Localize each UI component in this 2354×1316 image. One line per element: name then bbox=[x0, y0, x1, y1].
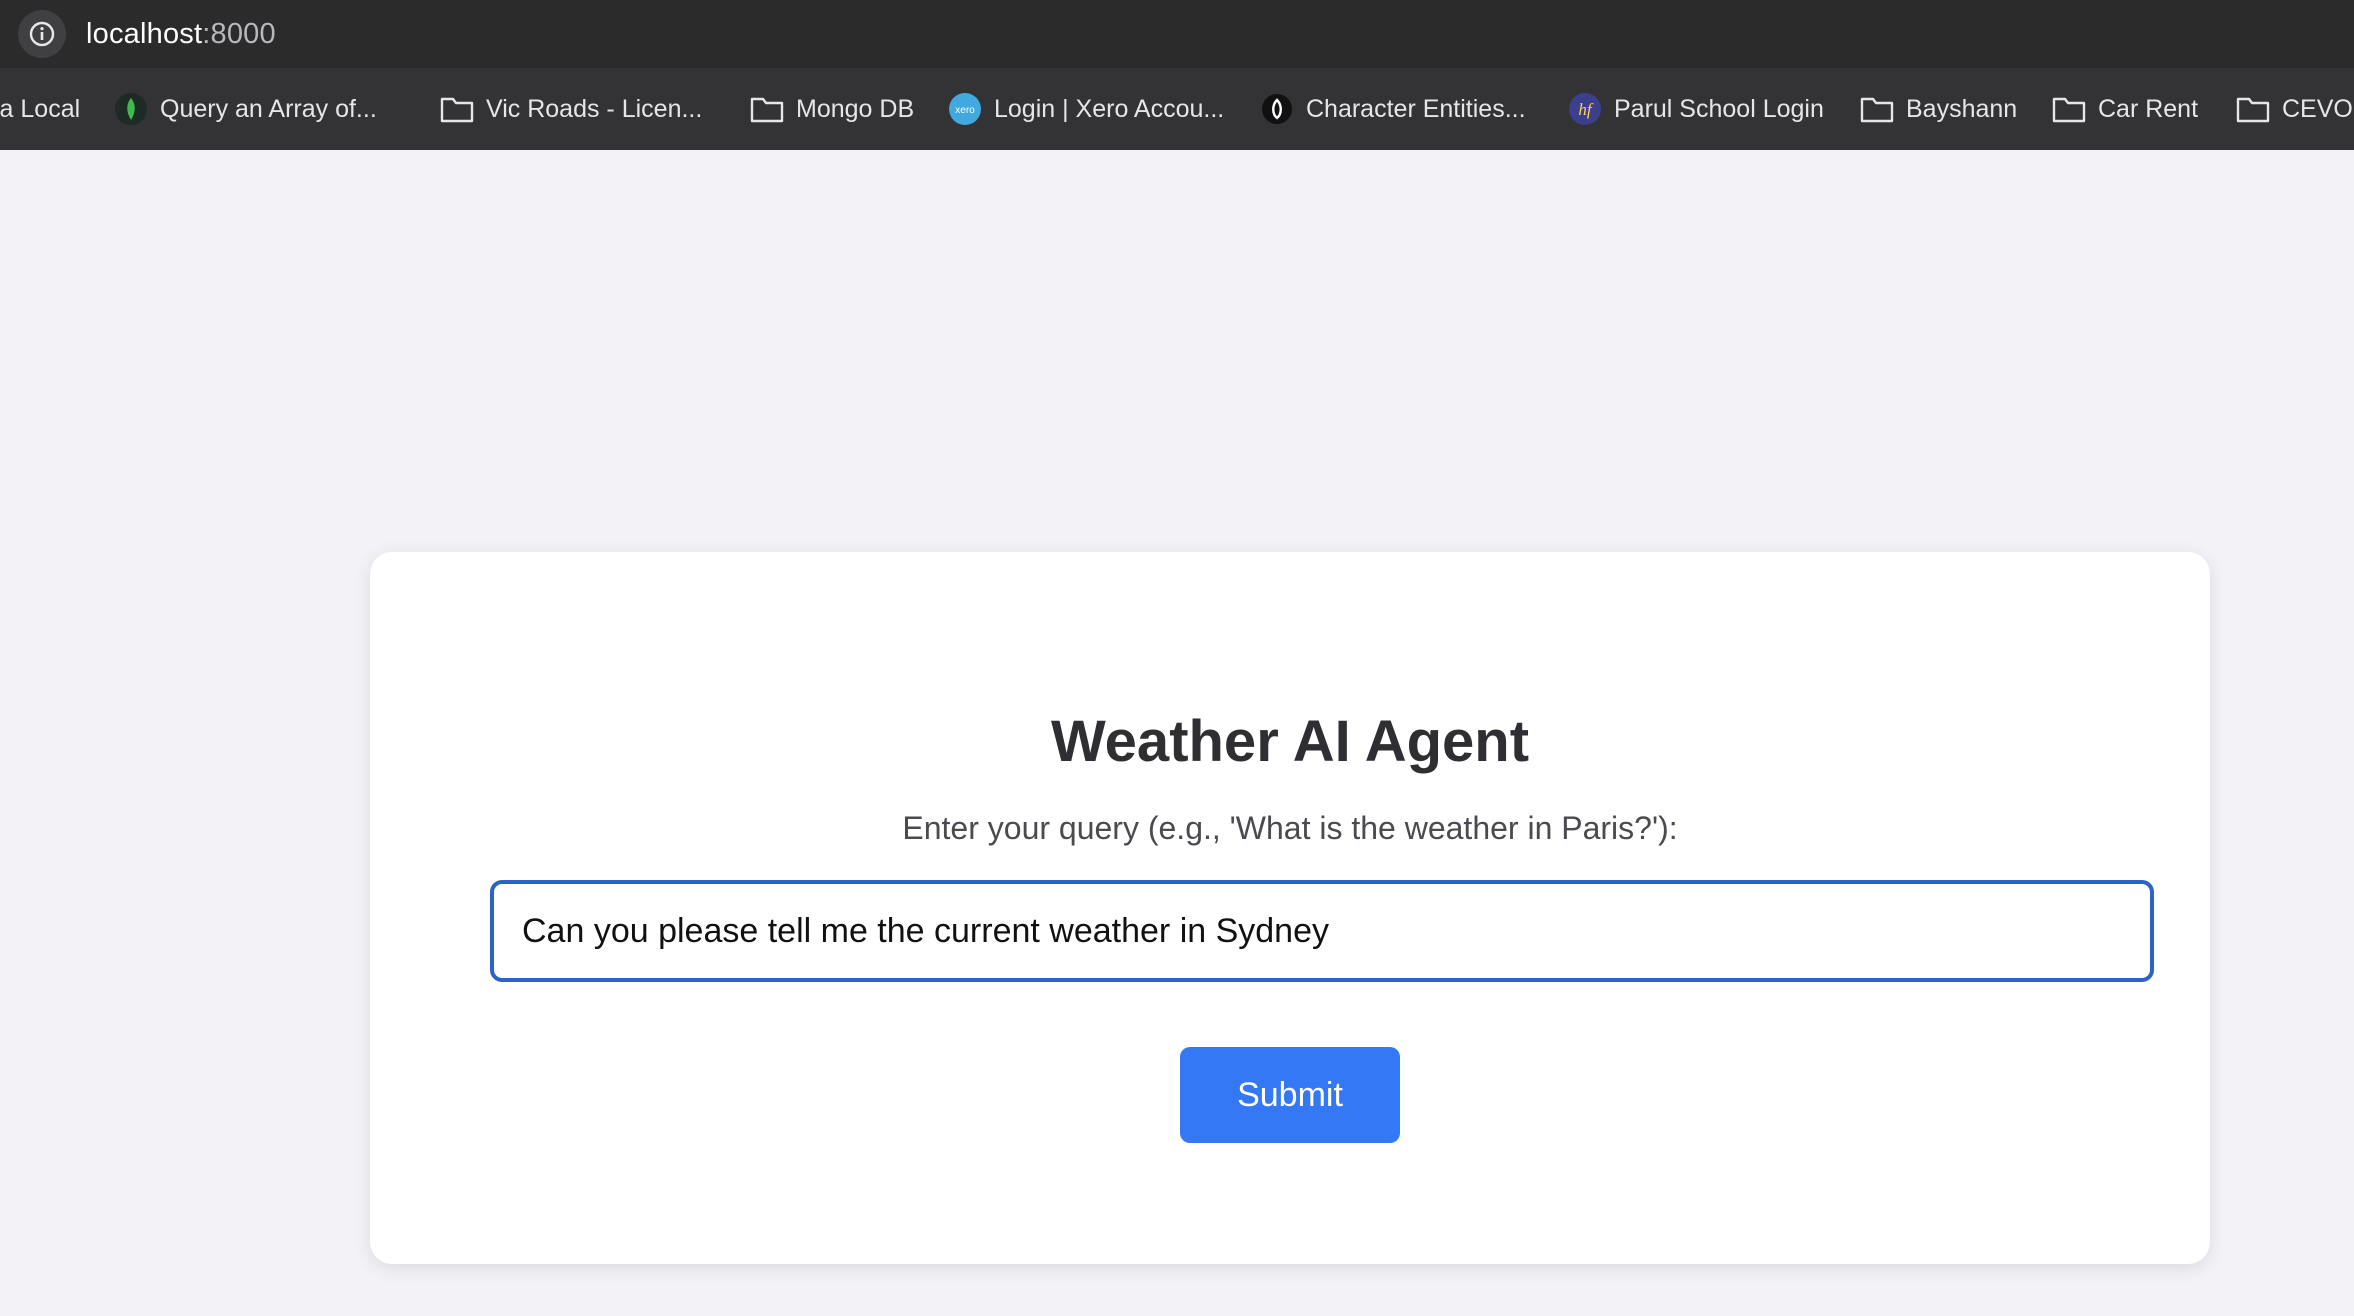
bookmark-label: Car Rent bbox=[2098, 94, 2199, 123]
url-port: :8000 bbox=[202, 17, 276, 50]
mongodb-leaf-icon bbox=[114, 92, 148, 126]
url-field[interactable]: localhost:8000 bbox=[18, 8, 2354, 60]
url-host: localhost bbox=[86, 17, 203, 50]
site-info-icon[interactable] bbox=[18, 10, 66, 58]
folder-icon bbox=[750, 92, 784, 126]
folder-icon bbox=[1860, 92, 1894, 126]
submit-button[interactable]: Submit bbox=[1180, 1047, 1400, 1143]
bookmark-label: Login | Xero Accou... bbox=[994, 94, 1225, 123]
browser-address-bar: localhost:8000 bbox=[0, 0, 2354, 68]
bookmark-label: Query an Array of... bbox=[160, 94, 377, 123]
bookmark-car-rent[interactable]: Car Rent bbox=[2052, 79, 2236, 139]
query-input[interactable] bbox=[490, 880, 2154, 982]
bookmark-parul-school[interactable]: hf Parul School Login bbox=[1568, 79, 1860, 139]
bookmark-label: Bayshann bbox=[1906, 94, 2018, 123]
folder-icon bbox=[2236, 92, 2270, 126]
weather-agent-card: Weather AI Agent Enter your query (e.g.,… bbox=[370, 552, 2210, 1264]
bookmark-label: Vic Roads - Licen... bbox=[486, 94, 703, 123]
bookmark-character-entities[interactable]: Character Entities... bbox=[1260, 79, 1568, 139]
bookmark-query-array[interactable]: Query an Array of... bbox=[114, 79, 426, 139]
xero-icon: xero bbox=[948, 92, 982, 126]
folder-icon bbox=[440, 92, 474, 126]
bookmark-bayshann[interactable]: Bayshann bbox=[1860, 79, 2052, 139]
bookmark-label: CEVO bbox=[2282, 94, 2353, 123]
query-label: Enter your query (e.g., 'What is the wea… bbox=[902, 810, 1678, 846]
url-text: localhost:8000 bbox=[86, 18, 276, 51]
bookmark-cevo[interactable]: CEVO bbox=[2236, 79, 2354, 139]
page-title: Weather AI Agent bbox=[1050, 709, 1530, 774]
site-icon bbox=[1260, 92, 1294, 126]
bookmarks-bar: la Local Query an Array of... Vic Roads … bbox=[0, 68, 2354, 150]
bookmark-mongo-db[interactable]: Mongo DB bbox=[750, 79, 948, 139]
svg-text:xero: xero bbox=[955, 105, 975, 116]
folder-icon bbox=[2052, 92, 2086, 126]
bookmark-label: Mongo DB bbox=[796, 94, 915, 123]
bookmark-label: Parul School Login bbox=[1614, 94, 1824, 123]
bookmark-vic-roads[interactable]: Vic Roads - Licen... bbox=[440, 79, 750, 139]
bookmark-xero[interactable]: xero Login | Xero Accou... bbox=[948, 79, 1260, 139]
bookmark-label: la Local bbox=[0, 94, 81, 123]
bookmark-local[interactable]: la Local bbox=[0, 79, 112, 139]
hf-icon: hf bbox=[1568, 92, 1602, 126]
bookmark-label: Character Entities... bbox=[1306, 94, 1526, 123]
svg-text:hf: hf bbox=[1578, 100, 1594, 119]
